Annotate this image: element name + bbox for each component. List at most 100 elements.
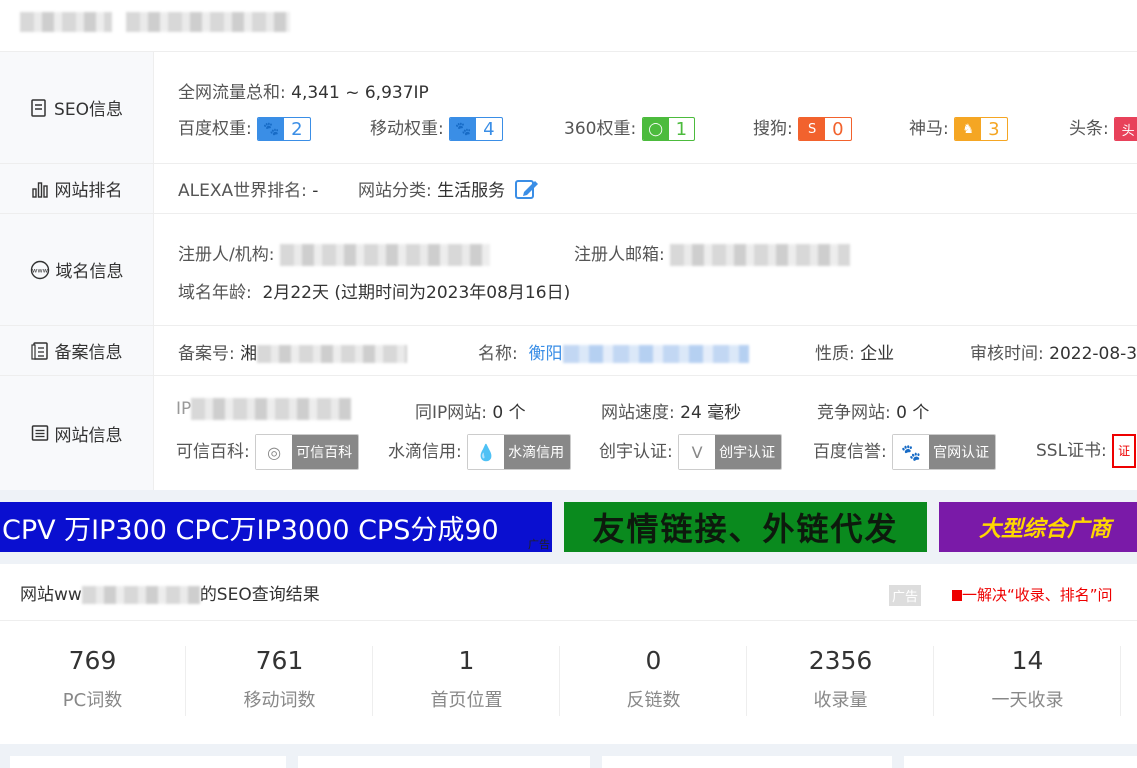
icp-number: 备案号: 湘	[178, 339, 408, 364]
shenma-icon: ♞	[955, 118, 982, 140]
cert-badge[interactable]: ◎ 可信百科	[255, 434, 360, 470]
registrant-email: 注册人邮箱:	[574, 240, 851, 266]
stat-item: 0 反链数	[561, 646, 747, 716]
weight-item: 头条: 头	[1069, 114, 1137, 141]
alexa-rank: ALEXA世界排名: -	[178, 181, 319, 201]
site-row: 网站信息 IP 同IP网站: 0 个 网站速度: 24 毫秒 竞争网站: 0 个…	[0, 376, 1137, 490]
ip-address: IP	[176, 398, 352, 420]
chuangyu-icon: V	[679, 435, 716, 469]
trust-icon: ◎	[256, 435, 293, 469]
site-speed: 网站速度: 24 毫秒	[601, 403, 742, 423]
blurred-site-title	[20, 12, 112, 32]
stat-label: 首页位置	[430, 690, 503, 711]
edit-icon[interactable]	[514, 178, 539, 205]
site-category: 网站分类: 生活服务	[358, 176, 539, 205]
cert-item: 水滴信用: 💧 水滴信用	[388, 434, 572, 470]
weight-item: 移动权重: 🐾 4	[370, 114, 503, 141]
weight-item: 360权重: ◯ 1	[564, 114, 696, 141]
bar-chart-icon	[31, 180, 49, 198]
blurred-icp-name	[562, 345, 749, 363]
icp-row: 备案信息 备案号: 湘 名称: 衡阳 性质: 企业 审核时间: 2022-08-…	[0, 326, 1137, 376]
weight-badge[interactable]: 头	[1114, 117, 1137, 141]
stat-item: 2356 收录量	[748, 646, 934, 716]
promo-link[interactable]: 一解决“收录、排名”问	[952, 584, 1113, 605]
stat-value: 2356	[808, 646, 873, 675]
stat-item: 761 移动词数	[187, 646, 373, 716]
paw-icon: 🐾	[450, 118, 477, 140]
cert-item: SSL证书: 证	[1036, 434, 1137, 468]
top-bar	[0, 0, 1137, 52]
card	[298, 756, 590, 768]
blurred-domain	[81, 586, 200, 604]
weight-badge[interactable]: ◯ 1	[641, 117, 696, 141]
weight-item: 神马: ♞ 3	[909, 114, 1008, 141]
registrant: 注册人/机构:	[178, 240, 490, 266]
cert-badge[interactable]: 🐾 官网认证	[892, 434, 997, 470]
domain-label: www 域名信息	[0, 214, 154, 325]
blurred-site-title-2	[126, 12, 290, 32]
card	[602, 756, 892, 768]
seo-result-panel: 网站ww 的SEO查询结果 广告 一解决“收录、排名”问 769 PC词数 761 移动…	[0, 564, 1137, 744]
svg-text:www: www	[32, 266, 49, 274]
record-icon	[30, 341, 49, 360]
cert-badge[interactable]: 💧 水滴信用	[467, 434, 572, 470]
cert-badge[interactable]: V 创宇认证	[678, 434, 783, 470]
site-info-panel: SEO信息 全网流量总和: 4,341 ~ 6,937IP 百度权重: 🐾 2 移动…	[0, 52, 1137, 490]
ad-banner-cpv[interactable]: CPV 万IP300 CPC万IP3000 CPS分成90 广告	[0, 502, 552, 552]
paw-icon: 🐾	[258, 118, 285, 140]
icp-name: 名称: 衡阳	[478, 339, 749, 364]
traffic-total: 全网流量总和: 4,341 ~ 6,937IP	[178, 83, 429, 103]
seo-info-label: SEO信息	[0, 52, 154, 163]
blurred-icp-number	[257, 345, 408, 363]
weight-item: 百度权重: 🐾 2	[178, 114, 311, 141]
stat-label: 一天收录	[991, 690, 1064, 711]
stat-value: 761	[255, 646, 304, 675]
stat-label: 移动词数	[243, 690, 316, 711]
ad-tag-label: 广告	[889, 585, 922, 606]
ad-tag: 广告	[528, 536, 550, 552]
cert-item: 百度信誉: 🐾 官网认证	[813, 434, 997, 470]
weight-badge[interactable]: S0	[798, 117, 852, 141]
ssl-icon[interactable]: 证	[1112, 434, 1137, 468]
seo-result-header: 网站ww 的SEO查询结果 广告 一解决“收录、排名”问	[0, 564, 1137, 621]
document-icon	[30, 98, 48, 117]
water-drop-icon: 💧	[468, 435, 505, 469]
ad-banner-mall[interactable]: 大型综合广商	[939, 502, 1137, 552]
stat-label: 反链数	[626, 690, 681, 711]
domain-row: www 域名信息 注册人/机构: 注册人邮箱: 域名年龄: 2月22天 (过期时…	[0, 214, 1137, 326]
blurred-ip	[191, 398, 352, 420]
rank-row: 网站排名 ALEXA世界排名: - 网站分类: 生活服务	[0, 164, 1137, 214]
seo-info-row: SEO信息 全网流量总和: 4,341 ~ 6,937IP 百度权重: 🐾 2 移动…	[0, 52, 1137, 164]
weight-item: 搜狗: S0	[753, 114, 852, 141]
site-label: 网站信息	[0, 376, 154, 490]
stat-item: 769 PC词数	[0, 646, 186, 716]
competitor-sites: 竞争网站: 0 个	[817, 403, 930, 423]
weight-badge[interactable]: 🐾 4	[449, 117, 503, 141]
icp-review-time: 审核时间: 2022-08-3	[970, 344, 1137, 364]
stat-value: 0	[645, 646, 662, 675]
icp-nature: 性质: 企业	[815, 344, 895, 364]
baidu-paw-icon: 🐾	[893, 435, 930, 469]
stat-value: 1	[458, 646, 475, 675]
ad-banners: CPV 万IP300 CPC万IP3000 CPS分成90 广告 友情链接、外链…	[0, 502, 1137, 552]
rank-label: 网站排名	[0, 164, 154, 213]
stat-value: 769	[68, 646, 117, 675]
blurred-registrant	[279, 244, 490, 266]
360-icon: ◯	[642, 118, 669, 140]
card	[904, 756, 1137, 768]
sogou-icon: S	[799, 118, 826, 140]
weight-badge[interactable]: 🐾 2	[257, 117, 311, 141]
cert-item: 可信百科: ◎ 可信百科	[176, 434, 360, 470]
stat-label: 收录量	[813, 690, 868, 711]
weight-badge[interactable]: ♞ 3	[954, 117, 1008, 141]
cert-badges: 可信百科: ◎ 可信百科 水滴信用: 💧 水滴信用 创宇认证: V 创宇认证 百度信誉: 🐾…	[176, 434, 1137, 474]
seo-result-title: 网站ww 的SEO查询结果	[20, 585, 320, 605]
domain-age: 域名年龄: 2月22天 (过期时间为2023年08月16日)	[178, 283, 571, 303]
ad-banner-links[interactable]: 友情链接、外链代发	[564, 502, 927, 552]
icp-name-link[interactable]: 衡阳	[529, 344, 563, 364]
same-ip-sites: 同IP网站: 0 个	[415, 403, 526, 423]
cert-item: 创宇认证: V 创宇认证	[599, 434, 783, 470]
stat-value: 14	[1011, 646, 1044, 675]
www-globe-icon: www	[30, 260, 50, 280]
card	[10, 756, 286, 768]
